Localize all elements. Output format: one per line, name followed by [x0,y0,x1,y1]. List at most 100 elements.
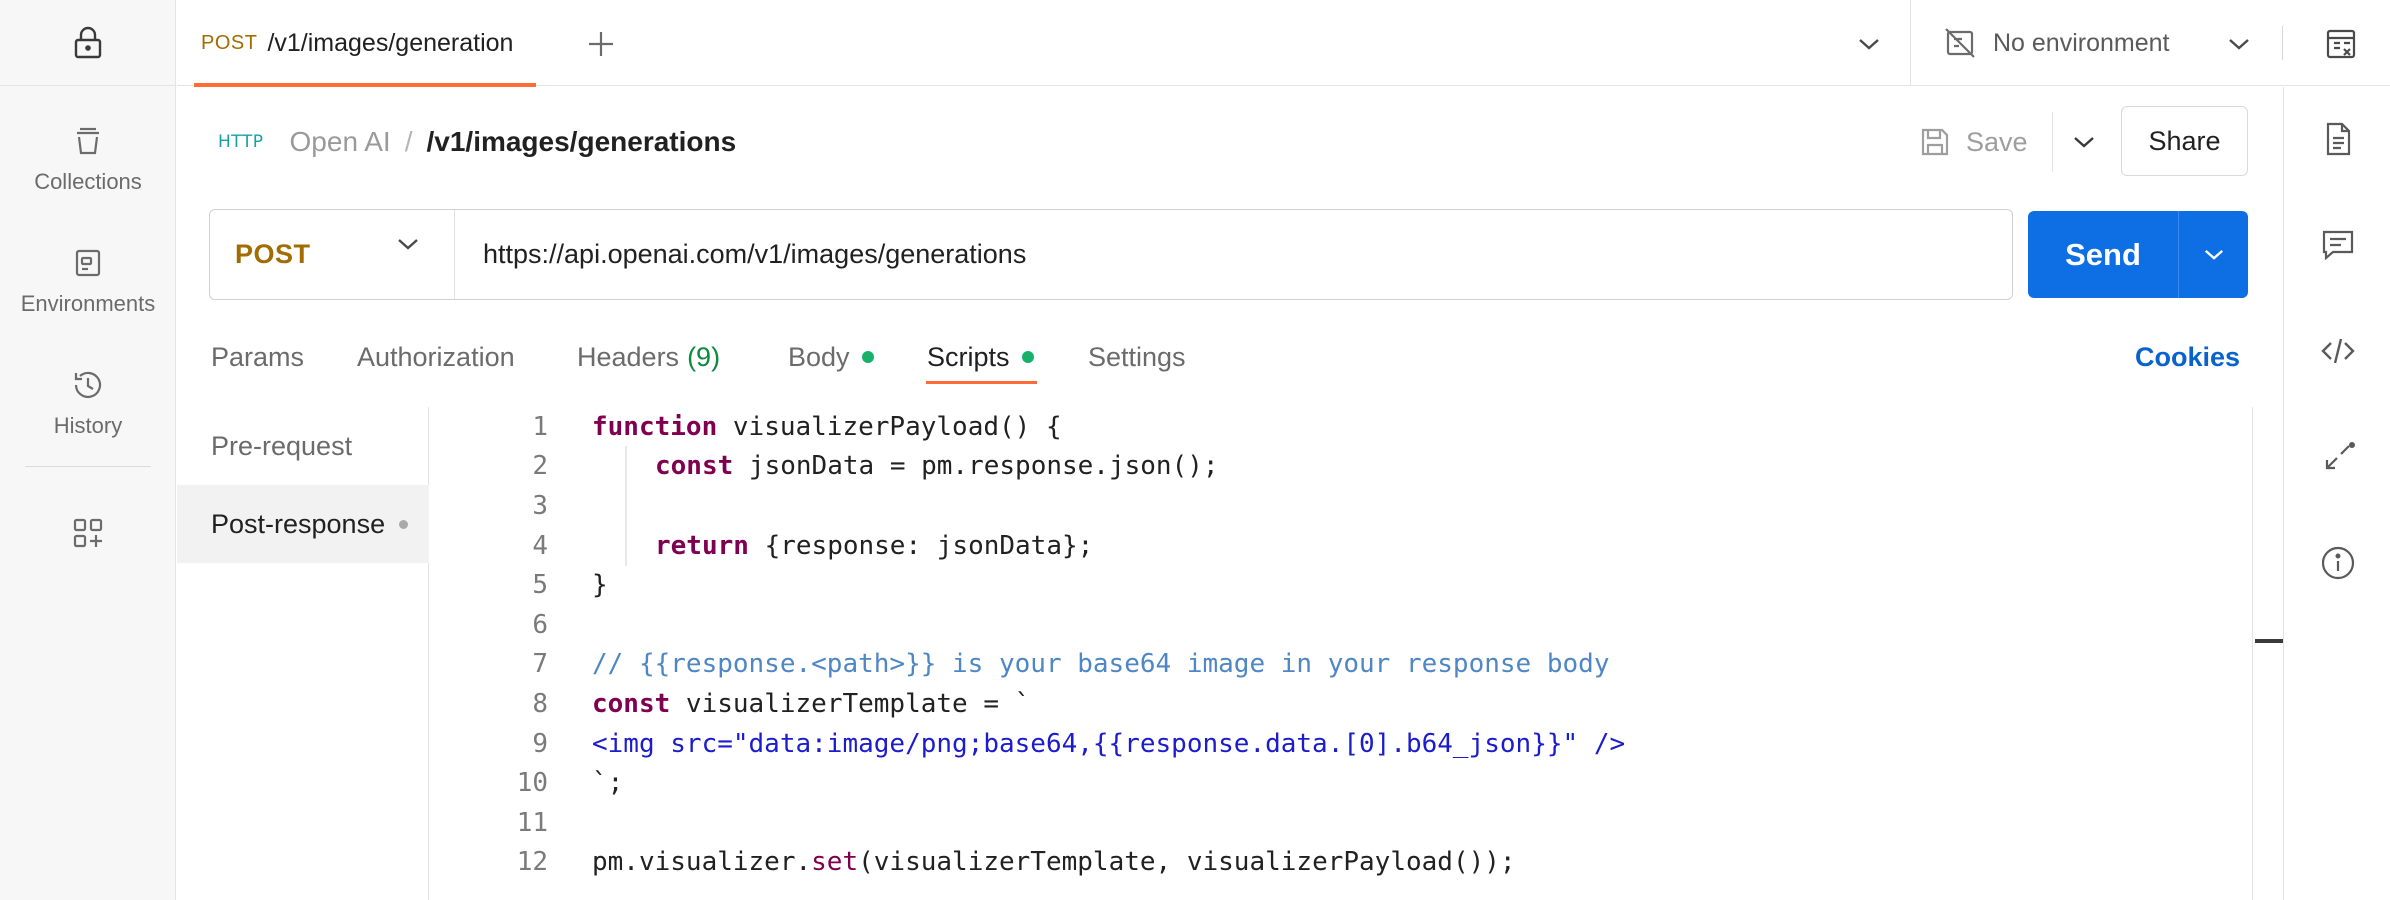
code-text: {response: jsonData}; [748,530,1094,561]
code-line: 10 `; [430,763,2252,803]
sidebar-item-history[interactable]: History [0,348,176,458]
line-number: 1 [532,411,548,442]
code-line: 2 const jsonData = pm.response.json(); [430,447,2252,487]
request-tab[interactable]: POST /v1/images/generation [177,0,537,86]
info-icon [2321,546,2354,580]
tab-body[interactable]: Body [788,332,874,382]
new-tab-button[interactable] [579,22,623,66]
tab-params[interactable]: Params [211,332,304,382]
send-button[interactable]: Send [2028,211,2178,298]
tab-authorization[interactable]: Authorization [357,332,515,382]
save-options-button[interactable] [2052,112,2096,172]
code-keyword: const [655,451,734,482]
method-label: POST [235,239,311,269]
cookies-link[interactable]: Cookies [2135,332,2240,382]
code-line: 12 pm.visualizer.set(visualizerTemplate,… [430,843,2252,883]
divider [2282,26,2283,60]
workspace-lock-button[interactable] [0,0,176,86]
code-text: visualizerPayload() { [717,411,1062,442]
arrows-icon [2325,442,2355,470]
comments-button[interactable] [2284,215,2390,275]
comment-icon [2322,230,2353,261]
code-icon [2320,338,2355,364]
no-environment-icon [1945,28,1975,58]
tab-headers[interactable]: Headers (9) [577,332,720,382]
editor-scrollbar[interactable] [2252,407,2283,900]
environment-quick-look-button[interactable] [2317,20,2365,68]
url-bar: POST [209,209,2013,300]
code-editor[interactable]: 1 function visualizerPayload() { 2 const… [430,407,2252,900]
related-collections-button[interactable] [2284,427,2390,487]
tab-label: Pre-request [211,430,353,461]
plus-icon [589,32,613,56]
code-function: set [811,847,859,878]
tab-label: Headers [577,341,680,372]
sidebar-item-label: Environments [20,291,156,316]
tab-label: Post-response [211,508,386,539]
code-keyword: return [655,530,749,561]
line-number: 7 [532,649,548,680]
status-dot [861,351,874,363]
script-tabs: Pre-request Post-response [177,407,429,900]
share-button[interactable]: Share [2121,106,2248,176]
code-text: `; [592,768,624,799]
breadcrumb-parent[interactable]: Open AI [290,126,391,158]
save-button[interactable]: Save [1918,112,2028,172]
environment-selector[interactable]: No environment [1943,18,2169,68]
left-navigation: Collections Environments History [0,0,176,900]
environments-icon [75,249,101,277]
info-button[interactable] [2284,533,2390,593]
method-select[interactable]: POST [210,210,455,299]
save-icon [1921,128,1949,156]
code-text: visualizerTemplate = ` [670,688,1031,719]
line-number: 12 [516,847,548,878]
tab-label: Body [788,341,850,372]
line-number: 10 [516,768,548,799]
documentation-button[interactable] [2284,109,2390,169]
tabs-dropdown-button[interactable] [1847,22,1891,66]
environment-dropdown-button[interactable] [2217,22,2261,66]
sidebar-item-add-modules[interactable] [0,478,176,588]
line-number: 8 [532,688,548,719]
request-name[interactable]: /v1/images/generations [426,126,736,158]
lock-icon [74,26,102,58]
tab-settings[interactable]: Settings [1088,332,1186,382]
status-dot [399,519,409,529]
sidebar-item-label: Collections [34,169,142,194]
code-line: 4 return {response: jsonData}; [430,526,2252,566]
indent-guide [625,446,627,566]
code-text: } [592,570,608,601]
tab-strip: POST /v1/images/generation No environmen… [177,0,2390,87]
chevron-down-icon [1859,39,1879,50]
history-icon [74,371,102,398]
tab-label: Params [211,341,305,372]
sidebar-item-environments[interactable]: Environments [0,226,176,336]
code-string: <img src="data:image/png;base64,{{respon… [592,728,1626,759]
code-text: pm.visualizer. [592,847,812,878]
code-line: 7 // {{response.<path>}} is your base64 … [430,645,2252,685]
tab-method-label: POST [201,31,258,54]
line-number: 2 [532,451,548,482]
tab-scripts[interactable]: Scripts [927,332,1034,382]
code-line: 5 } [430,565,2252,605]
tab-pre-request[interactable]: Pre-request [177,407,429,485]
sidebar-item-collections[interactable]: Collections [0,104,176,214]
environment-label: No environment [1993,28,2170,57]
send-options-button[interactable] [2178,211,2248,298]
code-line: 8 const visualizerTemplate = ` [430,684,2252,724]
line-number: 5 [532,570,548,601]
code-line: 11 [430,803,2252,843]
collections-icon [77,127,99,155]
scroll-position-marker [2255,639,2283,643]
url-input[interactable] [455,210,2012,299]
tab-post-response[interactable]: Post-response [177,485,429,563]
line-number: 3 [532,490,548,521]
code-snippet-button[interactable] [2284,321,2390,381]
environment-quick-look-icon [2326,29,2356,59]
line-number: 6 [532,609,548,640]
line-number: 9 [532,728,548,759]
tab-name: /v1/images/generation [267,28,514,57]
save-label: Save [1966,126,2028,157]
headers-count-badge: (9) [687,341,721,372]
line-number: 11 [516,807,548,838]
